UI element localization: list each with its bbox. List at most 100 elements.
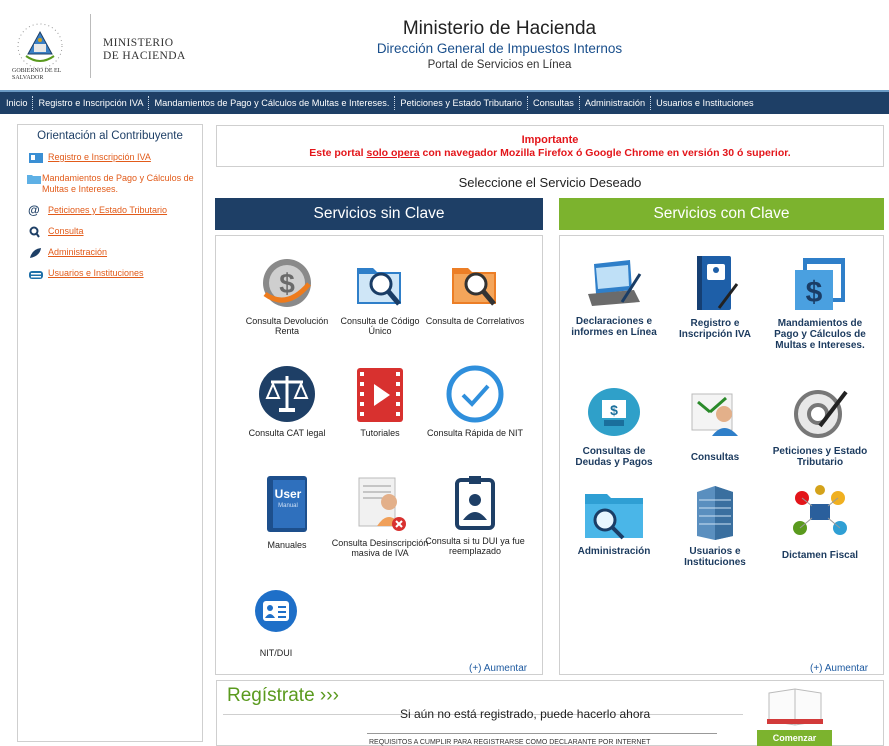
sidebar-item-label: Usuarios e Instituciones	[48, 268, 144, 278]
contact-card-icon	[255, 590, 297, 632]
sidebar-item-consulta[interactable]: Consulta	[18, 226, 202, 238]
main-nav: Inicio Registro e Inscripción IVA Mandam…	[0, 90, 889, 114]
notice-message: Este portal solo opera con navegador Moz…	[309, 147, 791, 159]
tile-label: Tutoriales	[360, 428, 400, 438]
nav-consultas[interactable]: Consultas	[528, 96, 580, 110]
search-icon	[29, 226, 40, 238]
sidebar-item-usuarios[interactable]: Usuarios e Instituciones	[18, 268, 202, 279]
dollar-arrows-icon: $	[263, 259, 311, 307]
office-building-icon	[697, 486, 733, 540]
sin-clave-more-link[interactable]: (+) Aumentar	[469, 663, 527, 674]
tile-label: Mandamientos de Pago y Cálculos de Multa…	[774, 318, 866, 351]
start-button[interactable]: Comenzar	[757, 730, 832, 746]
dollar-calendar-icon: $	[795, 258, 845, 310]
tile-codigo-unico[interactable]: Consulta de Código Único	[330, 254, 430, 336]
sidebar-item-mandamientos[interactable]: Mandamientos de Pago y Cálculos de Multa…	[18, 173, 202, 195]
tile-label: Consulta Rápida de NIT	[426, 428, 524, 438]
sidebar-item-label: Mandamientos de Pago y Cálculos de Multa…	[42, 173, 194, 194]
sin-clave-header: Servicios sin Clave	[215, 198, 543, 230]
tile-mandamientos[interactable]: $ Mandamientos de Pago y Cálculos de Mul…	[770, 254, 870, 351]
sidebar-item-administracion[interactable]: Administración	[18, 247, 202, 258]
nav-inicio[interactable]: Inicio	[0, 96, 34, 110]
sidebar-item-registro[interactable]: Registro e Inscripción IVA	[18, 152, 202, 163]
tile-label: NIT/DUI	[259, 648, 293, 658]
tile-label: Consulta Desinscripción masiva de IVA	[331, 538, 429, 558]
tile-correlativos[interactable]: Consulta de Correlativos	[425, 254, 525, 326]
tile-label: Usuarios e Instituciones	[684, 546, 746, 568]
user-manual-icon: User Manual	[267, 476, 307, 532]
tile-label: Declaraciones e informes en Línea	[571, 316, 657, 338]
sidebar-item-label: Registro e Inscripción IVA	[48, 152, 151, 162]
tile-dui-reemplazado[interactable]: Consulta si tu DUI ya fue reemplazado	[425, 474, 525, 556]
register-section: Regístrate ››› Si aún no está registrado…	[216, 680, 884, 746]
select-service-title: Seleccione el Servicio Deseado	[458, 175, 642, 190]
nav-usuarios[interactable]: Usuarios e Instituciones	[651, 96, 759, 110]
leaf-icon	[30, 248, 41, 258]
scales-icon	[259, 366, 315, 422]
tile-desinscripcion[interactable]: Consulta Desinscripción masiva de IVA	[330, 474, 430, 558]
folder-icon	[27, 175, 41, 184]
header-titles: Ministerio de Hacienda Dirección General…	[0, 18, 889, 73]
tile-label: Manuales	[267, 540, 307, 550]
at-sign-pen-icon	[794, 390, 848, 438]
important-notice: Importante Este portal solo opera con na…	[216, 125, 884, 167]
tile-usuarios[interactable]: Usuarios e Instituciones	[665, 484, 765, 568]
nav-mandamientos[interactable]: Mandamientos de Pago y Cálculos de Multa…	[149, 96, 396, 110]
tile-label: Consulta de Código Único	[340, 316, 420, 336]
page-title: Ministerio de Hacienda	[402, 18, 597, 39]
sidebar-item-label: Consulta	[48, 226, 84, 236]
tile-deudas-pagos[interactable]: $ Consultas de Deudas y Pagos	[564, 384, 664, 468]
register-message: Si aún no está registrado, puede hacerlo…	[400, 707, 651, 721]
sin-clave-panel: $ Consulta Devolución Renta Consulta de …	[215, 235, 543, 675]
tile-registro-iva[interactable]: Registro e Inscripción IVA	[665, 254, 765, 340]
tile-consultas[interactable]: Consultas	[665, 384, 765, 463]
register-requirements-link[interactable]: REQUISITOS A CUMPLIR PARA REGISTRARSE CO…	[369, 739, 650, 746]
nav-peticiones[interactable]: Peticiones y Estado Tributario	[395, 96, 528, 110]
register-title: Regístrate ›››	[227, 685, 339, 706]
nav-registro[interactable]: Registro e Inscripción IVA	[33, 96, 150, 110]
tile-label: Consulta Devolución Renta	[245, 316, 329, 336]
at-icon: @	[28, 203, 40, 217]
building-icon	[29, 271, 43, 279]
tile-label: Consulta si tu DUI ya fue reemplazado	[425, 536, 525, 556]
folder-magnifier-icon	[585, 494, 643, 540]
id-badge-icon	[455, 476, 495, 530]
svg-text:$: $	[279, 268, 295, 299]
con-clave-more-link[interactable]: (+) Aumentar	[810, 663, 868, 674]
user-checklist-icon	[691, 393, 738, 436]
tile-declaraciones[interactable]: Declaraciones e informes en Línea	[564, 254, 664, 338]
business-network-icon	[793, 485, 847, 535]
con-clave-header: Servicios con Clave	[559, 198, 884, 230]
tile-tutoriales[interactable]: Tutoriales	[330, 364, 430, 438]
tile-rapida-nit[interactable]: Consulta Rápida de NIT	[425, 364, 525, 438]
tile-label: Consultas	[690, 452, 740, 463]
money-screen-icon: $	[588, 388, 640, 436]
sidebar: Orientación al Contribuyente Registro e …	[17, 124, 203, 742]
user-manual-word: User	[275, 487, 302, 501]
checkmark-circle-icon	[446, 365, 504, 423]
notice-title: Importante	[521, 134, 579, 146]
notebook-icon	[767, 688, 823, 726]
sidebar-title: Orientación al Contribuyente	[37, 130, 183, 142]
tile-devolucion-renta[interactable]: $ Consulta Devolución Renta	[237, 254, 337, 336]
tile-peticiones[interactable]: Peticiones y Estado Tributario	[770, 384, 870, 468]
tile-cat-legal[interactable]: Consulta CAT legal	[237, 364, 337, 438]
tile-administracion[interactable]: Administración	[564, 484, 664, 557]
tile-manuales[interactable]: User Manual Manuales	[237, 474, 337, 550]
sidebar-item-peticiones[interactable]: @ Peticiones y Estado Tributario	[18, 203, 202, 217]
tile-label: Consulta CAT legal	[248, 428, 326, 438]
svg-text:$: $	[610, 402, 618, 418]
tile-label: Dictamen Fiscal	[781, 550, 859, 561]
con-clave-panel: Declaraciones e informes en Línea Regist…	[559, 235, 884, 675]
video-play-icon	[357, 368, 403, 422]
tile-dictamen-fiscal[interactable]: Dictamen Fiscal	[770, 484, 870, 561]
page-subtitle: Dirección General de Impuestos Internos	[376, 41, 623, 56]
tile-label: Peticiones y Estado Tributario	[772, 446, 868, 468]
portal-name: Portal de Servicios en Línea	[427, 59, 572, 71]
sidebar-item-label: Administración	[48, 247, 108, 257]
orange-folder-search-icon	[452, 268, 496, 306]
nav-administracion[interactable]: Administración	[580, 96, 652, 110]
sidebar-item-label: Peticiones y Estado Tributario	[48, 205, 168, 215]
folder-search-icon	[357, 268, 401, 306]
tile-nit-dui[interactable]: NIT/DUI	[226, 588, 326, 658]
